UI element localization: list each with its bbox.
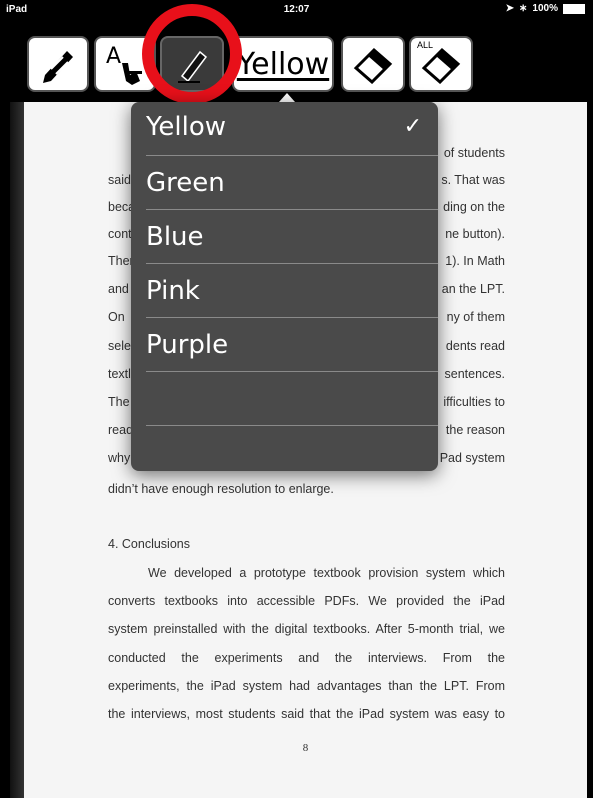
text-line: system preinstalled with the digital tex… [108,622,505,636]
text-fragment: Ther [108,254,134,268]
status-bar: iPad 12:07 ➤ ∗ 100% [0,0,593,20]
text-fragment: and [108,282,129,296]
annotation-toolbar: A Yellow ALL [0,20,593,100]
eraser-icon [353,47,393,84]
color-option-pink[interactable]: Pink [146,264,438,318]
page-shadow [10,102,24,798]
highlighter-button[interactable] [160,36,224,92]
highlighter-icon [178,50,208,83]
text-select-button[interactable]: A [94,36,156,92]
color-select-button[interactable]: Yellow [232,36,334,92]
color-option-purple[interactable]: Purple [146,318,438,372]
eraser-button[interactable] [341,36,405,92]
text-fragment: sele [108,339,131,353]
text-line: conducted the experiments and the interv… [108,651,505,665]
location-icon: ➤ [505,3,515,14]
text-line: didn’t have enough resolution to enlarge… [108,482,334,496]
text-fragment: ding on the [443,200,505,214]
text-fragment: why [108,451,131,465]
battery-icon [563,3,585,14]
color-option-label: Blue [146,222,204,252]
color-option-green[interactable]: Green [146,156,438,210]
text-fragment: ifficulties to [443,395,505,409]
color-option-label: Pink [146,276,200,306]
text-fragment: Pad system [439,451,505,465]
color-option-label: Purple [146,330,229,360]
page-number: 8 [302,742,309,754]
text-fragment: the reason [445,423,505,437]
svg-text:A: A [106,44,121,69]
checkmark-icon: ✓ [403,114,422,139]
text-line: converts textbooks into accessible PDFs.… [108,594,505,608]
text-select-icon: A [106,44,142,85]
text-fragment: cont [108,227,132,241]
erase-all-button[interactable]: ALL [409,36,473,92]
menu-caret [279,93,295,102]
bluetooth-icon: ∗ [519,3,528,14]
color-option-yellow[interactable]: Yellow ✓ [146,102,438,156]
erase-all-label: ALL [417,40,434,50]
color-option-blue[interactable]: Blue [146,210,438,264]
text-fragment: s. That was [441,173,505,187]
text-fragment: ny of them [446,310,505,324]
section-heading: 4. Conclusions [108,537,190,551]
erase-all-icon [421,47,461,84]
color-option-label: Green [146,168,225,198]
pen-icon [43,51,73,83]
battery-percent: 100% [532,3,558,14]
text-line: experiments, the iPad system had advanta… [108,679,505,693]
text-fragment: textl [108,367,131,381]
text-fragment: 1). In Math [445,254,505,268]
text-fragment: The [108,395,130,409]
text-fragment: On [108,310,125,324]
color-option-empty[interactable] [146,372,438,426]
color-select-label: Yellow [236,46,330,82]
text-fragment: said [108,173,131,187]
text-fragment: dents read [445,339,505,353]
text-fragment: read [108,423,134,437]
color-option-label: Yellow [146,112,227,142]
text-fragment: of students [443,146,505,160]
text-line: We developed a prototype textbook provis… [148,566,505,580]
color-menu: Yellow ✓ Green Blue Pink Purple [131,102,438,471]
text-fragment: sentences. [444,367,505,381]
text-fragment: ne button). [445,227,505,241]
status-right: ➤ ∗ 100% [506,3,585,14]
text-line: the interviews, most students said that … [108,707,505,721]
text-fragment: an the LPT. [441,282,505,296]
pen-button[interactable] [27,36,89,92]
color-option-empty[interactable] [146,426,438,471]
status-time: 12:07 [283,4,310,15]
